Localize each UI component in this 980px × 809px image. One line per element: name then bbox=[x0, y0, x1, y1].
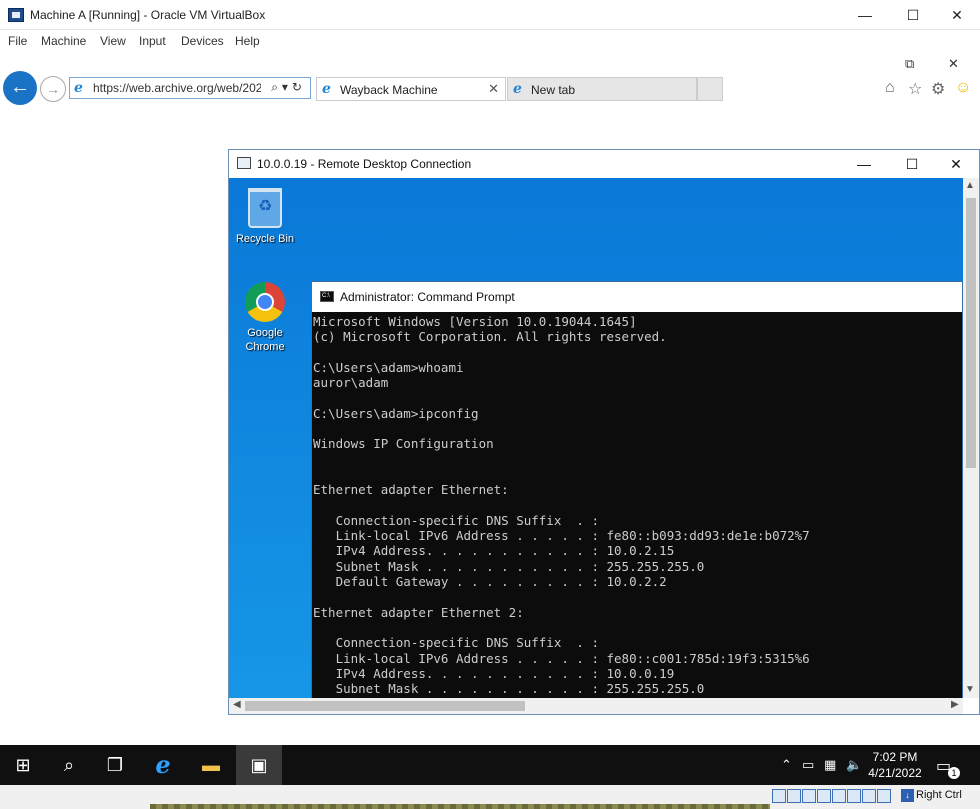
rdp-titlebar: 10.0.0.19 - Remote Desktop Connection — … bbox=[229, 150, 979, 178]
settings-gear-icon[interactable]: ⚙ bbox=[931, 79, 945, 99]
folder-icon: ▬ bbox=[202, 755, 220, 775]
address-bar-buttons[interactable]: ⌕▾↻ bbox=[271, 80, 306, 95]
virtualbox-statusbar: ↓ Right Ctrl bbox=[0, 785, 980, 809]
taskbar-remote-desktop[interactable]: ▣ bbox=[236, 745, 282, 785]
ie-logo-icon: e bbox=[513, 81, 522, 97]
scrollbar-thumb[interactable] bbox=[245, 701, 525, 711]
cmd-titlebar: C:\ Administrator: Command Prompt bbox=[312, 282, 962, 312]
clock-date: 4/21/2022 bbox=[868, 766, 922, 780]
desktop-icon-label: Recycle Bin bbox=[235, 233, 295, 245]
chevron-up-icon[interactable]: ⌃ bbox=[781, 757, 792, 773]
virtualbox-titlebar: Machine A [Running] - Oracle VM VirtualB… bbox=[0, 0, 980, 30]
virtualbox-app-icon bbox=[8, 8, 24, 22]
rdp-close-button[interactable]: ✕ bbox=[933, 150, 979, 178]
clock[interactable]: 7:02 PM 4/21/2022 bbox=[860, 749, 930, 781]
forward-button[interactable]: → bbox=[40, 76, 66, 102]
background-strip bbox=[150, 804, 770, 809]
host-key-icon: ↓ bbox=[901, 789, 914, 802]
rdp-title: 10.0.0.19 - Remote Desktop Connection bbox=[257, 157, 472, 171]
url-text[interactable]: https://web.archive.org/web/202 bbox=[93, 81, 261, 95]
cmd-title: Administrator: Command Prompt bbox=[340, 290, 515, 304]
menu-devices[interactable]: Devices bbox=[181, 34, 224, 48]
console-output[interactable]: Microsoft Windows [Version 10.0.19044.16… bbox=[313, 314, 961, 698]
close-button[interactable]: ✕ bbox=[934, 0, 980, 30]
tab-wayback-machine[interactable]: e Wayback Machine ✕ bbox=[316, 77, 506, 101]
chrome-icon bbox=[245, 282, 285, 322]
audio-icon[interactable] bbox=[802, 789, 816, 803]
network-icon[interactable] bbox=[817, 789, 831, 803]
ie-logo-icon: e bbox=[322, 81, 331, 97]
tab-label: New tab bbox=[531, 83, 576, 97]
notification-badge: 1 bbox=[948, 767, 960, 779]
host-key-label: Right Ctrl bbox=[916, 789, 962, 801]
search-icon: ⌕ bbox=[63, 755, 75, 775]
scroll-down-icon[interactable]: ▼ bbox=[965, 684, 975, 695]
menu-input[interactable]: Input bbox=[139, 34, 166, 48]
virtualbox-menubar: File Machine View Input Devices Help bbox=[0, 30, 980, 52]
network-warning-icon[interactable]: ▦ bbox=[824, 757, 836, 773]
browser-close-icon[interactable]: ✕ bbox=[948, 56, 959, 72]
scroll-right-icon[interactable]: ▶ bbox=[951, 699, 959, 710]
desktop-icon-recycle-bin[interactable]: Recycle Bin bbox=[229, 188, 301, 246]
recycle-bin-icon bbox=[248, 188, 282, 228]
rdp-minimize-button[interactable]: — bbox=[841, 150, 887, 178]
favorites-star-icon[interactable]: ☆ bbox=[908, 79, 922, 99]
taskbar-internet-explorer[interactable]: e bbox=[140, 745, 186, 785]
remote-desktop-window: 10.0.0.19 - Remote Desktop Connection — … bbox=[228, 149, 980, 715]
back-arrow-icon: ← bbox=[10, 76, 30, 98]
menu-file[interactable]: File bbox=[8, 34, 27, 48]
tab-new-tab[interactable]: e New tab bbox=[507, 77, 697, 101]
back-button[interactable]: ← bbox=[3, 71, 37, 105]
ie-logo-icon: e bbox=[74, 80, 83, 96]
ie-logo-icon: e bbox=[155, 750, 171, 779]
command-prompt-window[interactable]: C:\ Administrator: Command Prompt Micros… bbox=[311, 281, 963, 698]
menu-view[interactable]: View bbox=[100, 34, 126, 48]
shared-folders-icon[interactable] bbox=[847, 789, 861, 803]
rdp-vertical-scrollbar[interactable]: ▲ ▼ bbox=[963, 178, 979, 698]
restore-icon[interactable]: ⧉ bbox=[905, 56, 914, 72]
address-bar[interactable]: e https://web.archive.org/web/202 ⌕▾↻ bbox=[69, 77, 311, 99]
clock-time: 7:02 PM bbox=[872, 750, 918, 764]
rdp-horizontal-scrollbar[interactable]: ◀ ▶ bbox=[229, 698, 963, 714]
battery-icon[interactable]: ▭ bbox=[802, 757, 814, 773]
menu-machine[interactable]: Machine bbox=[41, 34, 86, 48]
start-button[interactable]: ⊞ bbox=[0, 745, 46, 785]
recording-icon[interactable] bbox=[877, 789, 891, 803]
home-icon[interactable]: ⌂ bbox=[885, 79, 895, 97]
windows-logo-icon: ⊞ bbox=[15, 755, 31, 775]
taskbar-file-explorer[interactable]: ▬ bbox=[188, 745, 234, 785]
maximize-button[interactable]: ☐ bbox=[890, 0, 936, 30]
device-status-icons bbox=[772, 789, 892, 805]
taskbar: ⊞ ⌕ ❐ e ▬ ▣ ⌃ ▭ ▦ 🔈 7:02 PM 4/21/2022 ▭ … bbox=[0, 745, 980, 785]
usb-icon[interactable] bbox=[832, 789, 846, 803]
cmd-app-icon: C:\ bbox=[320, 291, 334, 302]
rdp-app-icon bbox=[237, 157, 251, 169]
rdp-maximize-button[interactable]: ☐ bbox=[889, 150, 935, 178]
scroll-up-icon[interactable]: ▲ bbox=[965, 180, 975, 191]
hard-disk-icon[interactable] bbox=[772, 789, 786, 803]
remote-desktop: Recycle Bin Google Chrome C:\ Administra… bbox=[229, 178, 963, 698]
forward-arrow-icon: → bbox=[46, 81, 60, 97]
desktop-icon-google-chrome[interactable]: Google Chrome bbox=[229, 282, 301, 354]
task-view-icon: ❐ bbox=[106, 755, 124, 775]
new-tab-button[interactable] bbox=[697, 77, 723, 101]
tab-close-icon[interactable]: ✕ bbox=[488, 81, 499, 97]
display-icon[interactable] bbox=[862, 789, 876, 803]
minimize-button[interactable]: — bbox=[842, 0, 888, 30]
scrollbar-thumb[interactable] bbox=[966, 198, 976, 468]
optical-drive-icon[interactable] bbox=[787, 789, 801, 803]
task-view-button[interactable]: ❐ bbox=[92, 745, 138, 785]
desktop-icon-label: Google Chrome bbox=[245, 327, 285, 353]
tab-label: Wayback Machine bbox=[340, 83, 438, 97]
menu-help[interactable]: Help bbox=[235, 34, 260, 48]
remote-desktop-icon: ▣ bbox=[250, 755, 268, 775]
search-button[interactable]: ⌕ bbox=[46, 745, 92, 785]
window-title: Machine A [Running] - Oracle VM VirtualB… bbox=[30, 8, 266, 22]
scroll-left-icon[interactable]: ◀ bbox=[233, 699, 241, 710]
smiley-feedback-icon[interactable]: ☺ bbox=[955, 79, 971, 97]
browser-toolbar: ← → e https://web.archive.org/web/202 ⌕▾… bbox=[0, 52, 980, 120]
